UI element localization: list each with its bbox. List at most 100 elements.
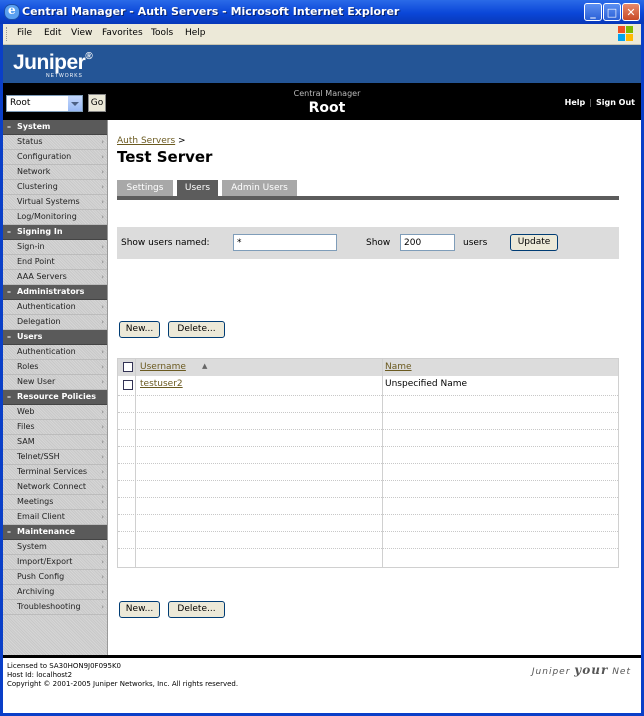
user-full-name: Unspecified Name: [385, 379, 468, 389]
sidebar-item-system[interactable]: System ›: [3, 540, 107, 555]
chevron-right-icon: ›: [101, 318, 104, 326]
tab-settings[interactable]: Settings: [117, 180, 173, 196]
sidebar-item-label: Configuration: [17, 152, 72, 161]
breadcrumb-auth-servers[interactable]: Auth Servers: [117, 136, 175, 146]
sidebar-item-files[interactable]: Files ›: [3, 420, 107, 435]
sidebar-item-label: End Point: [17, 257, 55, 266]
sidebar-item-push-config[interactable]: Push Config ›: [3, 570, 107, 585]
show-users-named-label: Show users named:: [121, 238, 210, 248]
row-checkbox[interactable]: [123, 380, 133, 390]
logo-subtext: NETWORKS: [46, 73, 83, 79]
new-button-bottom[interactable]: New...: [119, 601, 160, 618]
sidebar-item-label: Email Client: [17, 512, 65, 521]
tab-users[interactable]: Users: [177, 180, 218, 196]
menu-edit[interactable]: Edit: [44, 28, 61, 38]
sign-out-link[interactable]: Sign Out: [596, 98, 635, 107]
maximize-button[interactable]: □: [603, 3, 621, 21]
sidebar-section-title: Users: [17, 332, 43, 341]
select-all-checkbox[interactable]: [123, 362, 133, 372]
chevron-right-icon: ›: [101, 363, 104, 371]
sidebar-item-new-user[interactable]: New User ›: [3, 375, 107, 390]
menu-tools[interactable]: Tools: [151, 28, 173, 38]
sidebar-item-troubleshooting[interactable]: Troubleshooting ›: [3, 600, 107, 615]
sidebar-item-label: Authentication: [17, 302, 76, 311]
sidebar-item-authentication[interactable]: Authentication ›: [3, 345, 107, 360]
sidebar-item-label: Sign-in: [17, 242, 45, 251]
sidebar-item-import-export[interactable]: Import/Export ›: [3, 555, 107, 570]
main-panel: Auth Servers > Test Server Settings User…: [108, 120, 641, 655]
sidebar-item-roles[interactable]: Roles ›: [3, 360, 107, 375]
sidebar-section-users: – Users: [3, 330, 107, 345]
sidebar-item-log-monitoring[interactable]: Log/Monitoring ›: [3, 210, 107, 225]
chevron-right-icon: ›: [101, 423, 104, 431]
minimize-button[interactable]: _: [584, 3, 602, 21]
help-link[interactable]: Help: [565, 98, 586, 107]
sidebar-item-label: Network: [17, 167, 51, 176]
sidebar-item-status[interactable]: Status ›: [3, 135, 107, 150]
sidebar-nav: – System Status › Configuration › Network › Clus…: [3, 120, 108, 655]
sidebar-item-delegation[interactable]: Delegation ›: [3, 315, 107, 330]
menu-view[interactable]: View: [71, 28, 92, 38]
new-button-top[interactable]: New...: [119, 321, 160, 338]
sidebar-item-label: Push Config: [17, 572, 65, 581]
username-link[interactable]: testuser2: [140, 379, 183, 389]
app-subtitle: Central Manager: [293, 89, 361, 98]
user-filter-bar: Show users named: Show users Update: [117, 227, 619, 259]
delete-button-top[interactable]: Delete...: [168, 321, 225, 338]
sidebar-item-aaa-servers[interactable]: AAA Servers ›: [3, 270, 107, 285]
sidebar-item-label: Roles: [17, 362, 39, 371]
sidebar-section-title: System: [17, 122, 51, 131]
sidebar-item-sign-in[interactable]: Sign-in ›: [3, 240, 107, 255]
sidebar-item-label: Import/Export: [17, 557, 73, 566]
sidebar-item-email-client[interactable]: Email Client ›: [3, 510, 107, 525]
sidebar-item-archiving[interactable]: Archiving ›: [3, 585, 107, 600]
sidebar-item-label: System: [17, 542, 47, 551]
sidebar-section-maintenance: – Maintenance: [3, 525, 107, 540]
collapse-icon[interactable]: –: [7, 287, 11, 296]
collapse-icon[interactable]: –: [7, 392, 11, 401]
close-button[interactable]: ✕: [622, 3, 640, 21]
update-button[interactable]: Update: [510, 234, 558, 251]
sidebar-item-meetings[interactable]: Meetings ›: [3, 495, 107, 510]
menu-file[interactable]: File: [17, 28, 32, 38]
menu-help[interactable]: Help: [185, 28, 206, 38]
sidebar-item-sam[interactable]: SAM ›: [3, 435, 107, 450]
sidebar-item-network[interactable]: Network ›: [3, 165, 107, 180]
menu-favorites[interactable]: Favorites: [102, 28, 143, 38]
sidebar-item-configuration[interactable]: Configuration ›: [3, 150, 107, 165]
sidebar-item-label: Log/Monitoring: [17, 212, 77, 221]
sort-ascending-icon[interactable]: ▲: [202, 362, 207, 370]
collapse-icon[interactable]: –: [7, 122, 11, 131]
chevron-right-icon: ›: [101, 408, 104, 416]
sidebar-item-authentication[interactable]: Authentication ›: [3, 300, 107, 315]
sidebar-item-web[interactable]: Web ›: [3, 405, 107, 420]
sidebar-item-terminal-services[interactable]: Terminal Services ›: [3, 465, 107, 480]
collapse-icon[interactable]: –: [7, 527, 11, 536]
sidebar-item-label: Virtual Systems: [17, 197, 80, 206]
chevron-right-icon: ›: [101, 168, 104, 176]
collapse-icon[interactable]: –: [7, 332, 11, 341]
chevron-right-icon: ›: [101, 573, 104, 581]
col-username-header[interactable]: Username: [140, 362, 186, 372]
table-header: Username ▲ Name: [118, 359, 618, 376]
chevron-right-icon: ›: [101, 558, 104, 566]
chevron-right-icon: ›: [101, 468, 104, 476]
sidebar-item-clustering[interactable]: Clustering ›: [3, 180, 107, 195]
page-title: Test Server: [117, 148, 213, 166]
col-name-header[interactable]: Name: [385, 362, 412, 372]
sidebar-item-label: Terminal Services: [17, 467, 88, 476]
sidebar-item-network-connect[interactable]: Network Connect ›: [3, 480, 107, 495]
table-row: [118, 480, 618, 498]
sidebar-item-virtual-systems[interactable]: Virtual Systems ›: [3, 195, 107, 210]
copyright-text: Copyright © 2001-2005 Juniper Networks, …: [7, 680, 239, 688]
username-filter-input[interactable]: [233, 234, 337, 251]
sidebar-item-telnet-ssh[interactable]: Telnet/SSH ›: [3, 450, 107, 465]
delete-button-bottom[interactable]: Delete...: [168, 601, 225, 618]
header-banner: Juniper® NETWORKS: [3, 45, 641, 83]
footer: Licensed to SA30HON9J0F095K0 Host Id: lo…: [3, 658, 641, 713]
sidebar-item-end-point[interactable]: End Point ›: [3, 255, 107, 270]
collapse-icon[interactable]: –: [7, 227, 11, 236]
tab-admin-users[interactable]: Admin Users: [222, 180, 297, 196]
sidebar-item-label: SAM: [17, 437, 35, 446]
user-count-input[interactable]: [400, 234, 455, 251]
